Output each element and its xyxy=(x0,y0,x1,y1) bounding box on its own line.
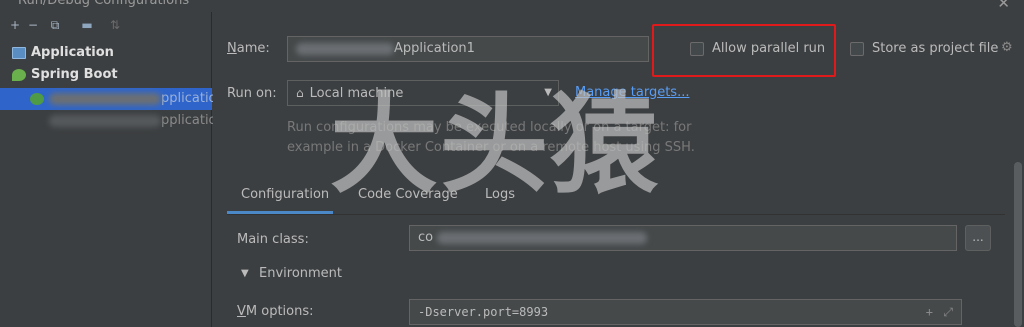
allow-parallel-run-label[interactable]: Allow parallel run xyxy=(712,41,825,56)
run-on-label: Run on: xyxy=(227,86,277,101)
vm-options-value: -Dserver.port=8993 xyxy=(418,305,549,319)
tab-configuration[interactable]: Configuration xyxy=(227,184,333,214)
configuration-panel: Main class: co ... ▼ Environment VM opti… xyxy=(227,214,1005,327)
vm-options-field[interactable]: -Dserver.port=8993 + ⤢ xyxy=(409,299,962,325)
manage-targets-link[interactable]: Manage targets... xyxy=(575,85,689,100)
expand-triangle-icon[interactable]: ▼ xyxy=(241,268,249,279)
tree-item-application[interactable]: Application xyxy=(0,42,212,64)
spring-boot-icon xyxy=(12,68,26,81)
spring-boot-icon xyxy=(30,114,44,127)
environment-section-label[interactable]: Environment xyxy=(259,266,342,281)
run-on-hint-line1: Run configurations may be executed local… xyxy=(287,120,692,135)
tree-item-spring-boot[interactable]: Spring Boot xyxy=(0,64,212,86)
main-class-field[interactable]: co xyxy=(409,225,957,251)
title-bar: Run/Debug Configurations ✕ xyxy=(0,0,1024,12)
application-icon xyxy=(12,46,26,59)
close-icon[interactable]: ✕ xyxy=(997,0,1010,12)
gear-icon[interactable]: ⚙ xyxy=(1001,40,1013,55)
expand-plus-icon[interactable]: + xyxy=(926,300,933,324)
tab-code-coverage[interactable]: Code Coverage xyxy=(358,184,458,214)
store-as-project-file-label[interactable]: Store as project file xyxy=(872,41,998,56)
copy-icon[interactable]: ⧉ xyxy=(48,18,62,32)
run-on-hint-line2: example in a Docker Container or on a re… xyxy=(287,140,695,155)
store-as-project-file-checkbox[interactable] xyxy=(850,42,864,56)
blurred-name-prefix xyxy=(296,42,394,55)
blurred-config-name xyxy=(49,114,161,127)
remove-icon[interactable]: − xyxy=(26,18,40,32)
tree-item-label: pplicatio xyxy=(161,113,217,128)
sidebar-toolbar: + − ⧉ ▬ ⇅ xyxy=(0,12,212,40)
home-icon: ⌂ xyxy=(296,86,304,100)
tree-item-label: Spring Boot xyxy=(31,67,118,82)
browse-button[interactable]: ... xyxy=(965,225,991,251)
name-field[interactable]: Application1 xyxy=(287,36,649,62)
blurred-main-class xyxy=(437,231,648,244)
allow-parallel-run-checkbox[interactable] xyxy=(690,42,704,56)
run-on-dropdown[interactable]: ⌂ Local machine ▼ xyxy=(287,80,559,106)
main-class-label: Main class: xyxy=(237,232,309,247)
name-field-value: Application1 xyxy=(394,41,475,56)
main-class-value: co xyxy=(418,230,434,245)
add-icon[interactable]: + xyxy=(8,18,22,32)
configurations-sidebar: + − ⧉ ▬ ⇅ Application Spring Boot pplica… xyxy=(0,12,217,327)
expand-arrows-icon[interactable]: ⤢ xyxy=(943,300,953,324)
vertical-scrollbar[interactable] xyxy=(1014,162,1022,327)
run-on-value: Local machine xyxy=(309,86,404,101)
tree-item-label: pplicatio xyxy=(161,91,217,106)
tree-item-config[interactable]: pplicatio xyxy=(0,110,217,132)
configuration-editor: Name: Application1 Allow parallel run St… xyxy=(213,12,1024,327)
vm-options-label: VM options: xyxy=(237,304,314,319)
sort-icon[interactable]: ⇅ xyxy=(108,18,122,32)
tree-item-label: Application xyxy=(31,45,114,60)
tab-logs[interactable]: Logs xyxy=(485,184,515,214)
folder-add-icon[interactable]: ▬ xyxy=(80,18,94,32)
name-label: Name: xyxy=(227,41,270,56)
blurred-config-name xyxy=(49,92,161,105)
tree-item-selected-config[interactable]: pplicatio xyxy=(0,88,217,110)
spring-boot-icon xyxy=(30,92,44,105)
window-title: Run/Debug Configurations xyxy=(18,0,190,8)
chevron-down-icon: ▼ xyxy=(544,87,552,98)
